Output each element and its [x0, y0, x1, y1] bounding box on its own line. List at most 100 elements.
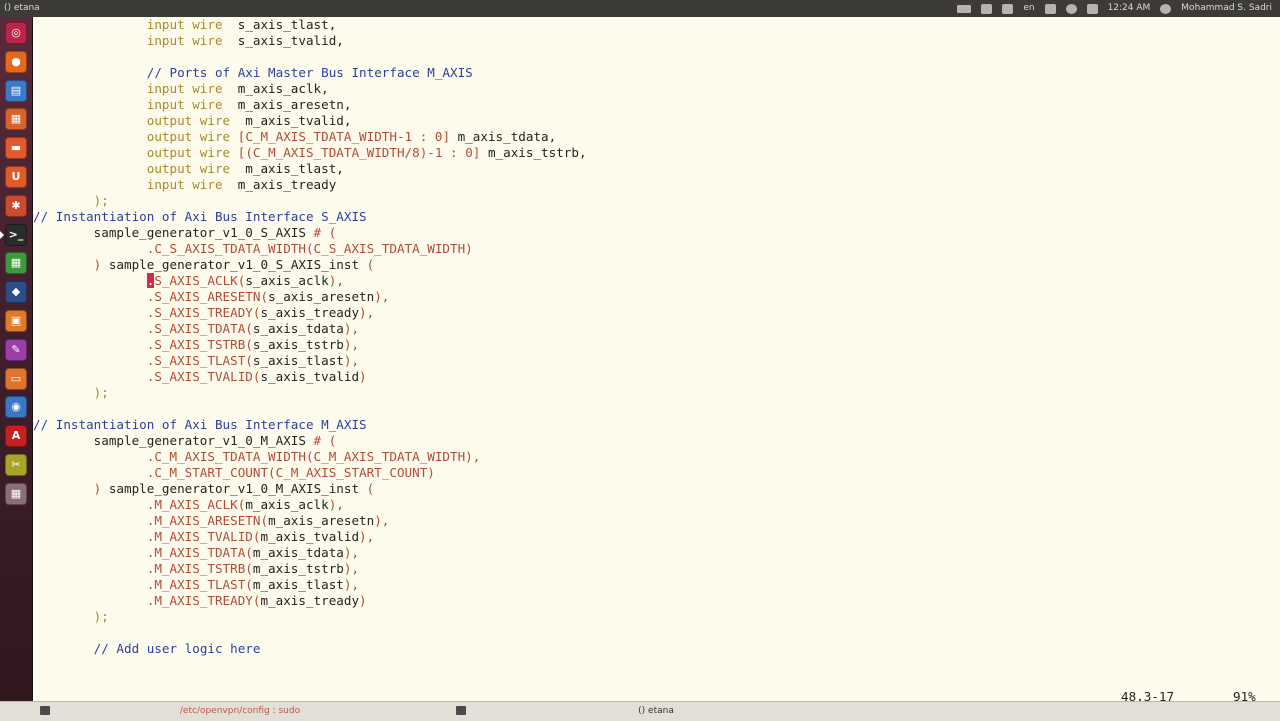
code-token: output wire — [146, 129, 231, 144]
code-line[interactable]: input wire m_axis_aclk, — [33, 81, 587, 97]
code-token: # ( — [313, 225, 337, 240]
code-line[interactable]: sample_generator_v1_0_S_AXIS # ( — [33, 225, 587, 241]
code-line[interactable]: input wire s_axis_tvalid, — [33, 33, 587, 49]
launcher-glyph: ◎ — [11, 26, 21, 39]
code-line[interactable]: output wire m_axis_tvalid, — [33, 113, 587, 129]
code-line[interactable]: // Instantiation of Axi Bus Interface M_… — [33, 417, 587, 433]
code-line[interactable]: .M_AXIS_ACLK(m_axis_aclk), — [33, 497, 587, 513]
code-token: output wire — [146, 113, 231, 128]
code-line[interactable]: ) sample_generator_v1_0_M_AXIS_inst ( — [33, 481, 587, 497]
code-token: ( — [366, 481, 375, 496]
code-line[interactable]: .C_M_START_COUNT(C_M_AXIS_START_COUNT) — [33, 465, 587, 481]
code-line[interactable]: .S_AXIS_ACLK(s_axis_aclk), — [33, 273, 587, 289]
code-line[interactable]: output wire [C_M_AXIS_TDATA_WIDTH-1 : 0]… — [33, 129, 587, 145]
files-icon[interactable]: ▬ — [5, 137, 27, 160]
browser-icon[interactable]: ◉ — [5, 396, 27, 419]
volume-icon[interactable] — [1086, 3, 1098, 14]
code-token: sample_generator_v1_0_S_AXIS_inst — [101, 257, 367, 272]
code-line[interactable]: .S_AXIS_ARESETN(s_axis_aresetn), — [33, 289, 587, 305]
taskbar-window-button[interactable]: /etc/openvpn/config : sudo — [34, 704, 446, 718]
code-line[interactable]: .M_AXIS_TDATA(m_axis_tdata), — [33, 545, 587, 561]
code-line[interactable] — [33, 49, 587, 65]
firefox-icon[interactable]: ● — [5, 50, 27, 73]
code-line[interactable] — [33, 401, 587, 417]
code-token: // Instantiation of Axi Bus Interface M_… — [33, 417, 367, 432]
code-line[interactable]: ); — [33, 609, 587, 625]
code-line[interactable]: ) sample_generator_v1_0_S_AXIS_inst ( — [33, 257, 587, 273]
code-line[interactable]: .C_S_AXIS_TDATA_WIDTH(C_S_AXIS_TDATA_WID… — [33, 241, 587, 257]
code-line[interactable] — [33, 625, 587, 641]
code-token: ) — [359, 593, 367, 608]
code-line[interactable]: .M_AXIS_TLAST(m_axis_tlast), — [33, 577, 587, 593]
workspace-switcher-icon[interactable]: ▦ — [5, 482, 27, 505]
code-token: s_axis_aresetn — [268, 289, 375, 304]
code-line[interactable]: .S_AXIS_TSTRB(s_axis_tstrb), — [33, 337, 587, 353]
code-line[interactable]: // Instantiation of Axi Bus Interface S_… — [33, 209, 587, 225]
code-buffer[interactable]: input wire s_axis_tlast, input wire s_ax… — [33, 17, 587, 657]
libreoffice-writer-icon[interactable]: ▤ — [5, 79, 27, 102]
code-line[interactable]: .M_AXIS_TREADY(m_axis_tready) — [33, 593, 587, 609]
terminal-icon[interactable]: >_ — [5, 223, 27, 246]
code-line[interactable]: sample_generator_v1_0_M_AXIS # ( — [33, 433, 587, 449]
code-token: m_axis_aclk — [245, 497, 329, 512]
code-line[interactable]: .C_M_AXIS_TDATA_WIDTH(C_M_AXIS_TDATA_WID… — [33, 449, 587, 465]
code-line[interactable]: // Ports of Axi Master Bus Interface M_A… — [33, 65, 587, 81]
software-center-icon[interactable]: U — [5, 166, 27, 188]
pdf-reader-icon[interactable]: A — [5, 425, 27, 448]
user-icon[interactable] — [1160, 3, 1172, 14]
code-token: ), — [343, 545, 360, 560]
code-line[interactable]: .M_AXIS_TSTRB(m_axis_tstrb), — [33, 561, 587, 577]
code-line[interactable]: output wire [(C_M_AXIS_TDATA_WIDTH/8)-1 … — [33, 145, 587, 161]
libreoffice-calc-icon[interactable]: ▦ — [5, 252, 27, 275]
dash-home-icon[interactable]: ◎ — [5, 22, 27, 44]
code-token: .S_AXIS_TREADY( — [146, 305, 261, 320]
taskbar-window-label: /etc/openvpn/config : sudo — [179, 706, 301, 716]
code-line[interactable]: // Add user logic here — [33, 641, 587, 657]
mail-icon[interactable] — [981, 3, 993, 14]
code-token: output wire — [146, 161, 231, 176]
code-line[interactable]: .S_AXIS_TDATA(s_axis_tdata), — [33, 321, 587, 337]
code-token: s_axis_tvalid — [260, 369, 360, 384]
code-line[interactable]: input wire s_axis_tlast, — [33, 17, 587, 33]
launcher-glyph: ▣ — [10, 314, 22, 327]
code-token: m_axis_tdata — [252, 545, 344, 560]
network-icon[interactable]: ◆ — [5, 281, 27, 304]
code-token: .S_AXIS_TDATA( — [146, 321, 253, 336]
code-line[interactable]: .M_AXIS_TVALID(m_axis_tvalid), — [33, 529, 587, 545]
vim-editor[interactable]: input wire s_axis_tlast, input wire s_ax… — [33, 17, 1280, 704]
settings-icon[interactable]: ✱ — [5, 194, 27, 217]
bluetooth-icon[interactable] — [1044, 3, 1056, 14]
battery-icon[interactable] — [957, 4, 972, 13]
code-line[interactable]: .M_AXIS_ARESETN(m_axis_aresetn), — [33, 513, 587, 529]
code-line[interactable]: .S_AXIS_TLAST(s_axis_tlast), — [33, 353, 587, 369]
code-line[interactable]: .S_AXIS_TREADY(s_axis_tready), — [33, 305, 587, 321]
user-name[interactable]: Mohammad S. Sadri — [1181, 0, 1272, 17]
network-icon[interactable] — [1065, 3, 1077, 14]
code-line[interactable]: ); — [33, 193, 587, 209]
clock[interactable]: 12:24 AM — [1108, 0, 1151, 17]
keyboard-icon[interactable] — [1002, 3, 1014, 14]
code-line[interactable]: output wire m_axis_tlast, — [33, 161, 587, 177]
code-token: m_axis_tlast — [252, 577, 344, 592]
code-line[interactable]: ); — [33, 385, 587, 401]
code-token: input wire — [146, 33, 223, 48]
text-editor-icon[interactable]: ✎ — [5, 338, 27, 361]
code-line[interactable]: .S_AXIS_TVALID(s_axis_tvalid) — [33, 369, 587, 385]
code-token: ); — [93, 609, 109, 624]
taskbar-window-button[interactable]: () etana — [450, 704, 862, 718]
libreoffice-impress-icon[interactable]: ▦ — [5, 108, 27, 131]
tools-icon[interactable]: ✂ — [5, 454, 27, 476]
keyboard-layout-label[interactable]: en — [1023, 0, 1034, 17]
code-line[interactable]: input wire m_axis_tready — [33, 177, 587, 193]
code-line[interactable]: input wire m_axis_aresetn, — [33, 97, 587, 113]
package-icon[interactable]: ▭ — [5, 367, 27, 390]
archive-icon[interactable]: ▣ — [5, 310, 27, 332]
